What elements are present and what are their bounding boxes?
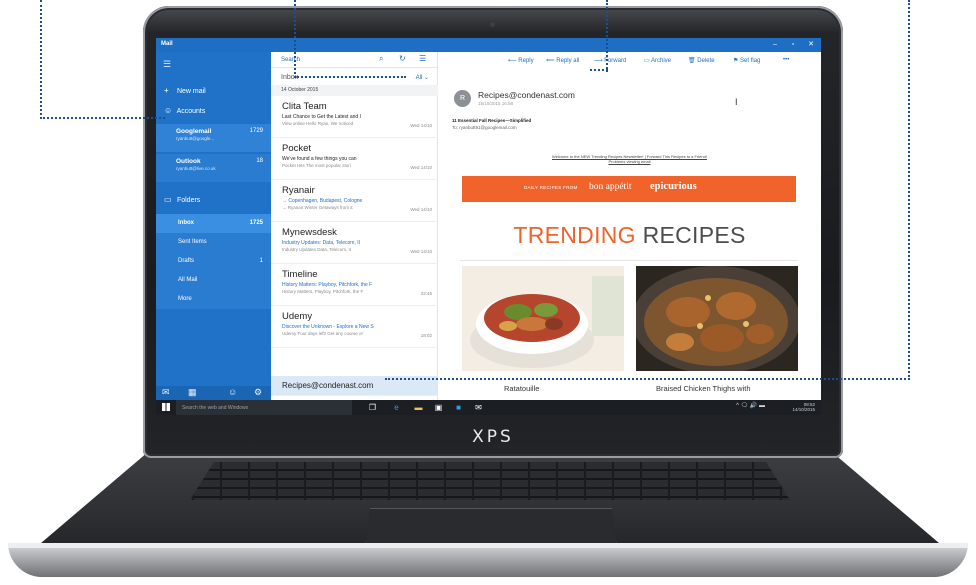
windows-start-icon[interactable] xyxy=(162,403,170,411)
settings-gear-icon[interactable]: ⚙ xyxy=(254,387,262,398)
callout-line-settings xyxy=(385,0,910,380)
folder-label: More xyxy=(178,296,192,302)
file-explorer-icon[interactable]: ▬ xyxy=(414,403,423,412)
message-preview: Industry Updates Data, Telecom, II xyxy=(282,247,351,252)
recipe-caption-1[interactable]: Ratatouille xyxy=(504,384,539,393)
folder-count: 1725 xyxy=(249,220,263,226)
accounts-label: Accounts xyxy=(176,108,206,115)
store-icon[interactable]: ▣ xyxy=(434,403,443,412)
skype-icon[interactable]: ■ xyxy=(454,403,463,412)
task-view-icon[interactable]: ❐ xyxy=(368,403,377,412)
account-outlook[interactable]: Outlook ryanbutt@live.co.uk 18 xyxy=(156,154,271,182)
brand-logo: XPS xyxy=(472,427,514,447)
new-mail-button[interactable]: + New mail xyxy=(156,82,271,100)
unread-count: 18 xyxy=(256,158,263,164)
system-tray-icons[interactable]: ^ 🗨 🔊 ▬ xyxy=(736,403,765,409)
message-preview: Pocket Hits The most popular stori xyxy=(282,163,351,168)
trackpad xyxy=(365,508,617,548)
taskbar: Search the web and Windows ❐ e ▬ ▣ ■ ✉ ^… xyxy=(156,400,821,415)
message-preview: History Matters, Playboy, Pitchfork, the… xyxy=(282,289,364,294)
mail-icon[interactable]: ✉ xyxy=(162,387,170,398)
message-preview: → Ryanair Winter Getaways from £ xyxy=(282,205,353,210)
folders-header[interactable]: ▭ Folders xyxy=(156,191,271,209)
folder-sent-items[interactable]: Sent Items xyxy=(156,233,271,252)
message-preview: Udemy Four days left! Get any course or xyxy=(282,331,364,336)
folder-icon: ▭ xyxy=(164,195,172,204)
account-address: ryanbutt@live.co.uk xyxy=(176,166,216,171)
account-googlemail[interactable]: Googlemail ryanbutt@google... 1729 xyxy=(156,124,271,152)
callout-line-accounts xyxy=(40,0,165,119)
folder-label: Drafts xyxy=(178,258,195,264)
nav-pane: ☰ + New mail ☺ Accounts Googlemail ryanb… xyxy=(156,52,271,400)
clock[interactable]: 08:52 14/10/2015 xyxy=(792,402,815,412)
folders-label: Folders xyxy=(176,197,201,204)
message-preview: View online Hello Ryan, We noticed xyxy=(282,121,354,126)
calendar-icon[interactable]: ▦ xyxy=(188,387,197,398)
folder-label: All Mail xyxy=(178,277,198,283)
folder-drafts[interactable]: Drafts 1 xyxy=(156,252,271,271)
new-mail-label: New mail xyxy=(176,88,206,95)
plus-icon: + xyxy=(164,86,169,95)
mail-app-icon[interactable]: ✉ xyxy=(474,403,483,412)
keyboard xyxy=(190,462,790,500)
folder-all-mail[interactable]: All Mail xyxy=(156,271,271,290)
folder-label: Sent Items xyxy=(178,239,207,245)
folder-label: Inbox xyxy=(178,220,194,226)
message-sender: Recipes@condenast.com xyxy=(282,381,374,390)
taskbar-search-input[interactable]: Search the web and Windows xyxy=(176,400,352,415)
person-icon: ☺ xyxy=(164,106,173,115)
laptop-base xyxy=(8,543,968,577)
recipe-caption-2[interactable]: Braised Chicken Thighs with xyxy=(656,384,751,393)
folder-inbox[interactable]: Inbox 1725 xyxy=(156,214,271,233)
accounts-header[interactable]: ☺ Accounts xyxy=(156,102,271,120)
nav-footer: ✉ ▦ ☺ ⚙ xyxy=(156,386,271,400)
folder-count: 1 xyxy=(259,258,263,264)
folder-more[interactable]: More xyxy=(156,290,271,309)
unread-count: 1729 xyxy=(249,128,263,134)
feedback-icon[interactable]: ☺ xyxy=(228,387,237,397)
account-address: ryanbutt@google... xyxy=(176,136,215,141)
laptop-base-edge xyxy=(8,543,968,548)
edge-browser-icon[interactable]: e xyxy=(392,403,401,412)
clock-date: 14/10/2015 xyxy=(792,407,815,412)
